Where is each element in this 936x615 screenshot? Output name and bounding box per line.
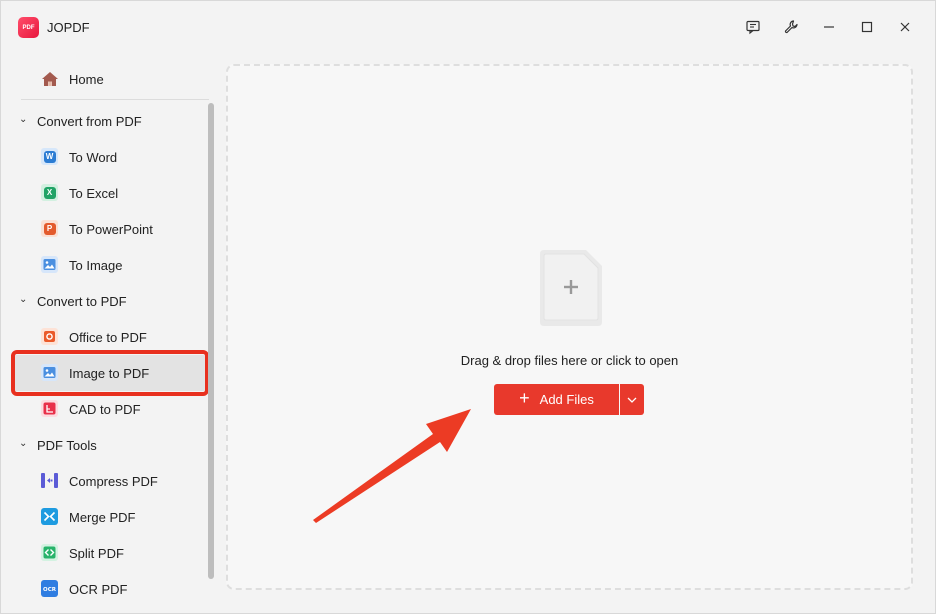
sidebar-item-label: Split PDF [69, 546, 124, 561]
sidebar-item-merge-pdf[interactable]: Merge PDF [11, 499, 207, 535]
sidebar-item-label: Office to PDF [69, 330, 147, 345]
section-label: PDF Tools [37, 438, 97, 453]
section-label: Convert to PDF [37, 294, 127, 309]
app-logo-text: PDF [22, 24, 35, 31]
maximize-icon[interactable] [855, 15, 879, 39]
sidebar-divider [21, 99, 209, 100]
app-logo-icon: PDF [18, 17, 39, 38]
sidebar-item-label: Merge PDF [69, 510, 136, 525]
section-pdf-tools[interactable]: ⌄ PDF Tools [11, 431, 207, 461]
sidebar-item-to-word[interactable]: W To Word [11, 139, 207, 175]
annotation-highlight-box [11, 350, 209, 396]
office-icon [41, 328, 58, 345]
sidebar-item-label: Compress PDF [69, 474, 158, 489]
image-icon [41, 256, 58, 273]
drop-instructions: Drag & drop files here or click to open [460, 353, 679, 368]
sidebar-item-label: To Image [69, 258, 123, 273]
add-files-button[interactable]: + Add Files [494, 384, 619, 415]
minimize-icon[interactable] [817, 15, 841, 39]
sidebar-item-label: OCR PDF [69, 582, 128, 597]
compress-icon [41, 472, 58, 489]
powerpoint-icon: P [41, 220, 58, 237]
chevron-down-icon: ⌄ [19, 294, 28, 305]
title-bar: PDF JOPDF [1, 1, 935, 53]
sidebar-item-to-powerpoint[interactable]: P To PowerPoint [11, 211, 207, 247]
close-icon[interactable] [893, 15, 917, 39]
sidebar-item-cad-to-pdf[interactable]: CAD to PDF [11, 391, 207, 427]
add-files-dropdown-button[interactable] [620, 384, 644, 415]
excel-icon: X [41, 184, 58, 201]
plus-icon: + [519, 388, 530, 408]
word-icon: W [41, 148, 58, 165]
app-title: JOPDF [47, 20, 90, 35]
chevron-down-icon: ⌄ [19, 114, 28, 125]
sidebar-item-ocr-pdf[interactable]: OCR OCR PDF [11, 571, 207, 607]
drop-zone[interactable]: Drag & drop files here or click to open … [226, 64, 913, 590]
sidebar-item-label: CAD to PDF [69, 402, 141, 417]
sidebar-item-label: To Word [69, 150, 118, 165]
sidebar-item-split-pdf[interactable]: Split PDF [11, 535, 207, 571]
svg-text:OCR: OCR [43, 587, 57, 593]
merge-icon [41, 508, 58, 525]
section-convert-from-pdf[interactable]: ⌄ Convert from PDF [11, 107, 207, 137]
add-files-label: Add Files [539, 392, 594, 407]
sidebar-item-label: To Excel [69, 186, 119, 201]
sidebar-scrollbar[interactable] [208, 103, 214, 579]
section-label: Convert from PDF [37, 114, 142, 129]
sidebar-item-compress-pdf[interactable]: Compress PDF [11, 463, 207, 499]
feedback-icon[interactable] [741, 15, 765, 39]
sidebar-item-to-excel[interactable]: X To Excel [11, 175, 207, 211]
split-icon [41, 544, 58, 561]
chevron-down-icon: ⌄ [19, 438, 28, 449]
cad-icon [41, 400, 58, 417]
sidebar: Home ⌄ Convert from PDF W To Word X To E… [11, 53, 215, 609]
chevron-down-icon [627, 397, 637, 403]
home-icon [41, 71, 59, 92]
settings-wrench-icon[interactable] [779, 15, 803, 39]
sidebar-item-label: Home [69, 72, 104, 87]
sidebar-item-to-image[interactable]: To Image [11, 247, 207, 283]
section-convert-to-pdf[interactable]: ⌄ Convert to PDF [11, 287, 207, 317]
ocr-icon: OCR [41, 580, 58, 597]
sidebar-item-label: To PowerPoint [69, 222, 153, 237]
sidebar-item-home[interactable]: Home [11, 61, 207, 97]
app-window: PDF JOPDF Home ⌄ Convert from PDF W To W… [0, 0, 936, 614]
add-file-icon[interactable] [538, 250, 602, 326]
